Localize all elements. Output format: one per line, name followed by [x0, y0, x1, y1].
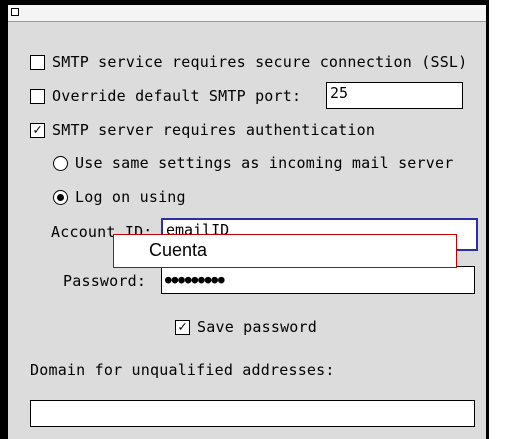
title-bar[interactable] — [8, 5, 486, 22]
domain-field[interactable] — [30, 400, 475, 427]
domain-label: Domain for unqualified addresses: — [30, 361, 335, 379]
same-settings-label: Use same settings as incoming mail serve… — [75, 154, 454, 172]
same-settings-option[interactable]: Use same settings as incoming mail serve… — [53, 154, 453, 172]
save-password-option[interactable]: ✓ Save password — [175, 318, 317, 336]
logon-using-radio[interactable] — [53, 189, 68, 205]
logon-using-label: Log on using — [75, 188, 186, 206]
override-port-checkbox[interactable] — [30, 88, 45, 104]
save-password-label: Save password — [197, 318, 317, 336]
ssl-option[interactable]: SMTP service requires secure connection … — [30, 53, 467, 71]
annotation-label: Cuenta — [113, 234, 457, 268]
ssl-label: SMTP service requires secure connection … — [52, 53, 468, 71]
override-port-option[interactable]: Override default SMTP port: — [30, 87, 301, 105]
ssl-checkbox[interactable] — [30, 54, 45, 70]
password-field[interactable]: ●●●●●●●●● — [161, 266, 475, 294]
auth-option[interactable]: ✓ SMTP server requires authentication — [30, 121, 375, 139]
auth-label: SMTP server requires authentication — [52, 121, 376, 139]
logon-using-option[interactable]: Log on using — [53, 188, 186, 206]
smtp-port-field[interactable]: 25 — [326, 82, 463, 109]
background-strip — [489, 0, 528, 439]
override-port-label: Override default SMTP port: — [52, 87, 302, 105]
smtp-settings-panel: SMTP service requires secure connection … — [8, 22, 486, 439]
password-label: Password: — [63, 272, 147, 290]
auth-checkbox[interactable]: ✓ — [30, 122, 45, 138]
same-settings-radio[interactable] — [53, 155, 68, 171]
domain-row: Domain for unqualified addresses: — [30, 361, 335, 379]
password-row: Password: — [63, 272, 146, 290]
save-password-checkbox[interactable]: ✓ — [175, 319, 190, 335]
window-frame-left — [0, 0, 8, 439]
close-box-icon[interactable] — [11, 8, 19, 16]
